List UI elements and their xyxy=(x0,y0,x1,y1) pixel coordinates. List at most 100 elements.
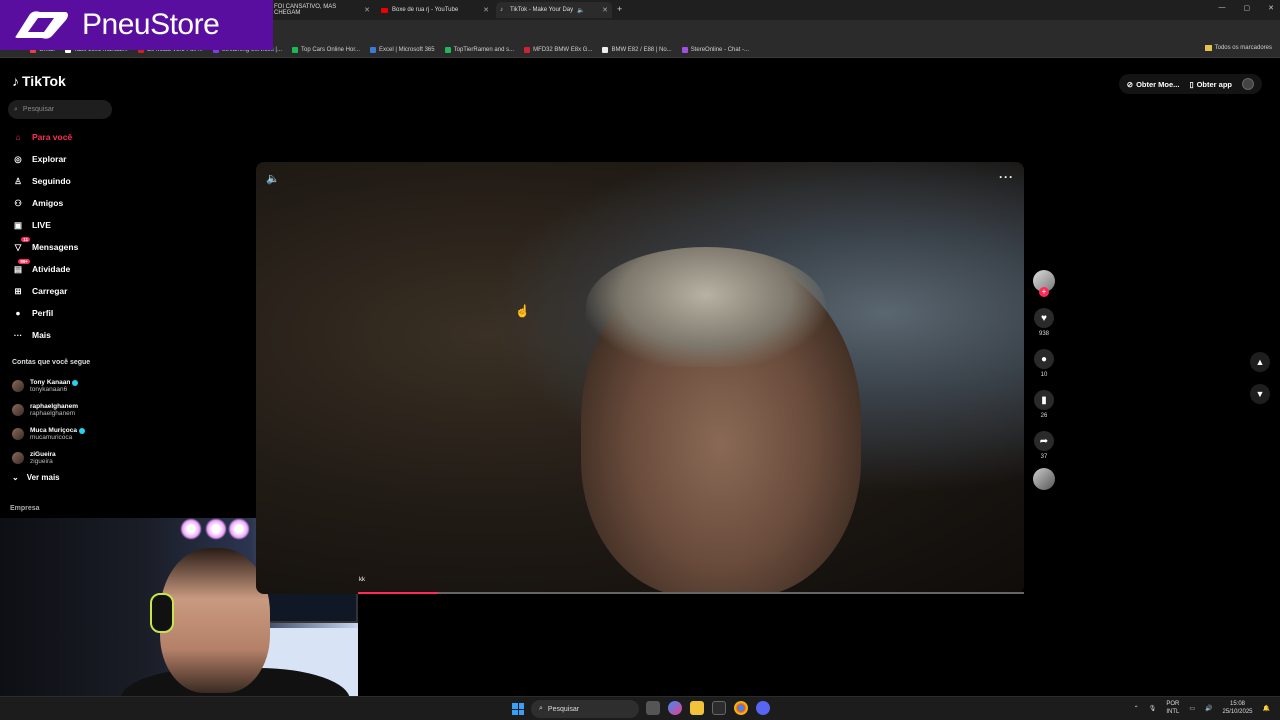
clock[interactable]: 15:08 25/10/2025 xyxy=(1222,700,1252,716)
save-button[interactable]: ▮ xyxy=(1034,390,1054,410)
network-icon[interactable]: ▭ xyxy=(1189,705,1195,712)
get-app-button[interactable]: ▯ Obter app xyxy=(1189,80,1232,89)
volume-icon[interactable]: 🔊 xyxy=(1205,705,1212,712)
following-account[interactable]: Tony Kanaan tonykanaan6 xyxy=(12,374,85,398)
tiktok-logo[interactable]: ♪ TikTok xyxy=(12,73,66,89)
see-more-button[interactable]: ⌄ Ver mais xyxy=(12,473,60,482)
sidebar-item-mensagens[interactable]: ▽ 11 Mensagens xyxy=(12,236,78,258)
video-player[interactable]: 🔈 ··· xyxy=(256,162,1024,594)
microphone-icon[interactable]: 🎙 xyxy=(1149,705,1157,712)
chevron-up-icon[interactable]: ⌃ xyxy=(1134,705,1139,712)
bookmark-label: StereOnline - Chat -... xyxy=(690,46,750,53)
clock-date: 25/10/2025 xyxy=(1222,709,1253,715)
bookmark-label: MFD32 BMW E8x G... xyxy=(533,46,593,53)
avatar xyxy=(12,380,24,392)
language-indicator[interactable]: POR INTL xyxy=(1166,700,1179,716)
following-account[interactable]: raphaelghanem raphaelghanem xyxy=(12,398,85,422)
account-name: Tony Kanaan xyxy=(30,379,71,386)
video-progress-bar[interactable] xyxy=(358,592,1024,594)
volume-icon[interactable]: 🔈 xyxy=(266,172,280,185)
account-name: raphaelghanem xyxy=(30,403,79,410)
light-ring xyxy=(180,518,202,540)
minimize-icon[interactable]: — xyxy=(1219,4,1226,12)
sidebar-item-explorar[interactable]: ◎ Explorar xyxy=(12,148,78,170)
sidebar-item-live[interactable]: ▣ LIVE xyxy=(12,214,78,236)
share-icon: ➦ xyxy=(1039,435,1049,447)
following-account[interactable]: Muca Muriçoca mucamuricoca xyxy=(12,422,85,446)
sidebar-item-label: Seguindo xyxy=(32,176,71,186)
taskbar-apps xyxy=(646,701,770,715)
file-explorer-icon[interactable] xyxy=(690,701,704,715)
account-handle: raphaelghanem xyxy=(30,410,76,417)
bookmark-icon xyxy=(602,46,609,53)
sidebar-item-seguindo[interactable]: ♙ Seguindo xyxy=(12,170,78,192)
sidebar-item-label: Amigos xyxy=(32,198,64,208)
bookmark[interactable]: BMW E82 / E88 | No... xyxy=(602,46,672,53)
follow-plus-icon[interactable]: + xyxy=(1039,287,1049,297)
video-progress-fill xyxy=(358,592,438,594)
account-name: ziGueira xyxy=(30,451,56,458)
bookmark[interactable]: Excel | Microsoft 365 xyxy=(370,46,435,53)
sidebar-item-perfil[interactable]: ● Perfil xyxy=(12,302,78,324)
keyboard-layout: INTL xyxy=(1166,709,1180,715)
new-tab-button[interactable]: + xyxy=(617,4,622,14)
following-account[interactable]: ziGueira zigueira xyxy=(12,446,85,470)
sidebar-item-atividade[interactable]: ▤ 99+ Atividade xyxy=(12,258,78,280)
all-bookmarks[interactable]: Todos os marcadores xyxy=(1204,45,1272,51)
tab-tiktok[interactable]: ♪ TikTok - Make Your Day 🔈 ✕ xyxy=(496,2,612,18)
bookmark[interactable]: Top Cars Online Hor... xyxy=(291,46,360,53)
get-coins-button[interactable]: ⊘ Obter Moe... xyxy=(1127,80,1180,89)
windows-start-icon[interactable] xyxy=(512,703,524,715)
phone-icon: ▯ xyxy=(1189,79,1194,89)
sidebar-item-label: Explorar xyxy=(32,154,67,164)
close-icon[interactable]: ✕ xyxy=(483,6,489,14)
account-name: Muca Muriçoca xyxy=(30,427,77,434)
avatar[interactable] xyxy=(1242,78,1254,90)
language-code: POR xyxy=(1166,701,1180,707)
copilot-icon[interactable] xyxy=(668,701,682,715)
more-options-icon[interactable]: ··· xyxy=(999,170,1014,184)
tab-video-title[interactable]: FOI CANSATIVO, MAS CHEGAM ✕ xyxy=(270,2,374,18)
video-actions: + ♥ 938 ● 10 ▮ 26 ➦ 37 xyxy=(1032,270,1056,490)
bookmark[interactable]: StereOnline - Chat -... xyxy=(681,46,750,53)
sidebar-item-carregar[interactable]: ⊞ Carregar xyxy=(12,280,78,302)
live-icon: ▣ xyxy=(13,219,23,230)
sidebar-item-para-voce[interactable]: ⌂ Para você xyxy=(12,126,78,148)
share-button[interactable]: ➦ xyxy=(1034,431,1054,451)
music-disc[interactable] xyxy=(1033,468,1055,490)
notifications-icon[interactable]: 🔔 xyxy=(1263,705,1270,712)
discord-icon[interactable] xyxy=(756,701,770,715)
close-icon[interactable]: ✕ xyxy=(602,6,608,14)
coin-icon: ⊘ xyxy=(1126,79,1134,89)
like-button[interactable]: ♥ xyxy=(1034,308,1054,328)
bookmark[interactable]: MFD32 BMW E8x G... xyxy=(524,46,593,53)
sidebar-item-mais[interactable]: ··· Mais xyxy=(12,324,78,346)
speaker-icon[interactable]: 🔈 xyxy=(577,7,584,14)
chrome-icon[interactable] xyxy=(734,701,748,715)
top-actions: ⊘ Obter Moe... ▯ Obter app xyxy=(1118,74,1262,94)
sidebar-item-amigos[interactable]: ⚇ Amigos xyxy=(12,192,78,214)
headset-icon xyxy=(150,593,174,633)
company-link[interactable]: Empresa xyxy=(10,505,40,512)
maximize-icon[interactable]: ▢ xyxy=(1244,4,1251,12)
store-icon[interactable] xyxy=(712,701,726,715)
verified-icon xyxy=(78,427,85,434)
comment-button[interactable]: ● xyxy=(1034,349,1054,369)
task-view-icon[interactable] xyxy=(646,701,660,715)
creator-avatar[interactable]: + xyxy=(1033,270,1055,297)
avatar xyxy=(12,452,24,464)
bookmark[interactable]: TopTierRamen and s... xyxy=(444,46,514,53)
bookmark-icon xyxy=(444,46,451,53)
next-video-button[interactable]: ▼ xyxy=(1250,384,1270,404)
taskbar-search-input[interactable]: ⌕ Pesquisar xyxy=(531,700,639,718)
previous-video-button[interactable]: ▲ xyxy=(1250,352,1270,372)
close-icon[interactable]: ✕ xyxy=(364,6,370,14)
tab-title: Boxe de rua rj - YouTube xyxy=(392,7,459,13)
tab-youtube[interactable]: Boxe de rua rj - YouTube ✕ xyxy=(377,2,493,18)
heart-icon: ♥ xyxy=(1041,312,1047,324)
friends-icon: ⚇ xyxy=(14,197,22,208)
close-window-icon[interactable]: ✕ xyxy=(1268,4,1274,12)
system-tray: ⌃ 🎙 POR INTL ▭ 🔊 15:08 25/10/2025 🔔 xyxy=(1134,700,1270,716)
streamer-head xyxy=(160,548,270,693)
search-input[interactable]: ⌕ Pesquisar xyxy=(8,100,112,119)
